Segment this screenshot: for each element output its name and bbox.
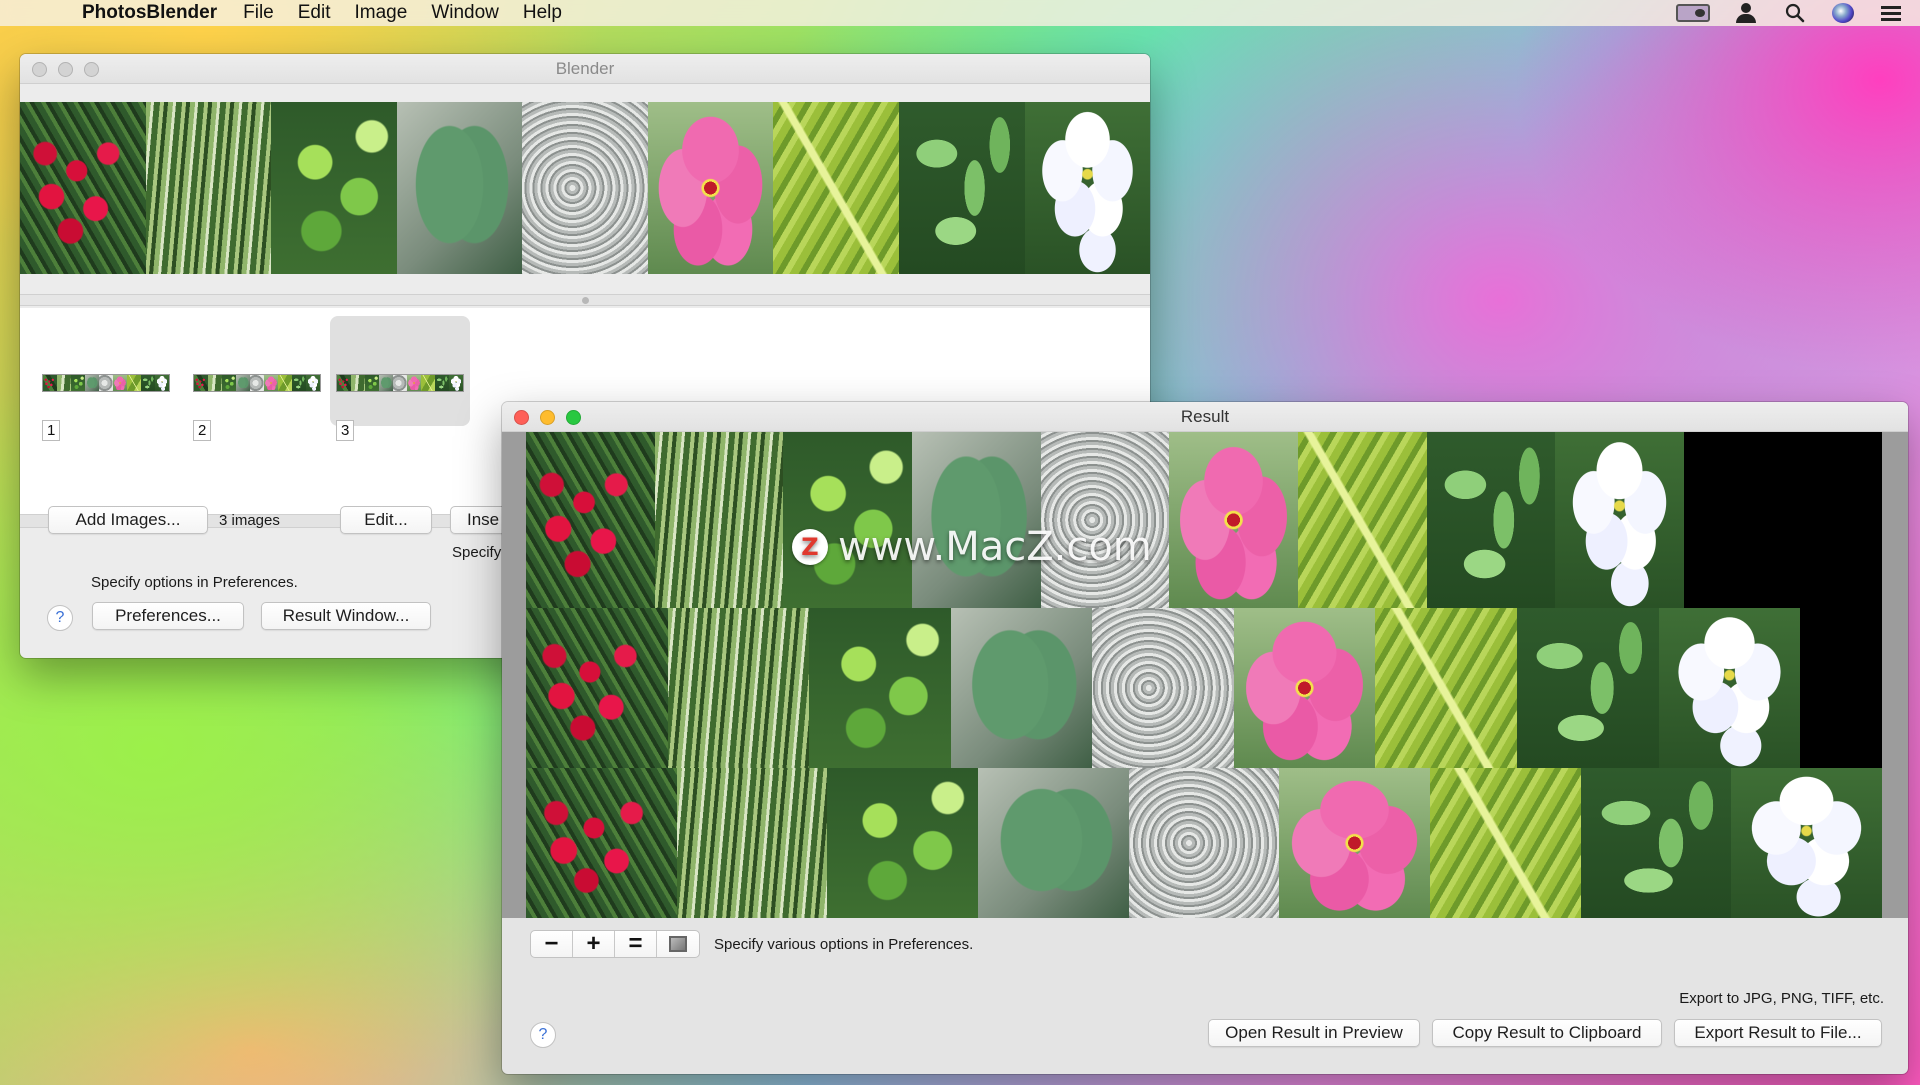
photo-heart-leaf (396, 102, 523, 274)
photo-grass (145, 102, 272, 274)
spotlight-search-icon[interactable] (1784, 3, 1806, 23)
thumbnail-item[interactable]: 1 (32, 316, 172, 441)
specify-options-label-partial: Specify (452, 544, 502, 561)
menu-image[interactable]: Image (343, 2, 420, 24)
zoom-icon[interactable] (566, 410, 581, 425)
result-row-1 (526, 432, 1684, 608)
result-window-controls (514, 410, 581, 425)
edit-button[interactable]: Edit... (340, 506, 432, 534)
thumbnail-item-selected[interactable]: 3 (330, 316, 470, 441)
thumbnail-number: 3 (336, 420, 355, 441)
minimize-icon[interactable] (58, 62, 73, 77)
open-in-preview-button[interactable]: Open Result in Preview (1208, 1019, 1420, 1047)
close-icon[interactable] (514, 410, 529, 425)
help-button[interactable]: ? (530, 1022, 556, 1048)
add-images-button[interactable]: Add Images... (48, 506, 208, 534)
zoom-icon[interactable] (84, 62, 99, 77)
notification-center-icon[interactable] (1880, 3, 1902, 23)
display-icon[interactable] (1676, 3, 1710, 23)
photo-leaves (898, 102, 1025, 274)
result-row-3 (526, 768, 1882, 918)
zoom-in-button[interactable]: + (573, 931, 615, 957)
preferences-button[interactable]: Preferences... (92, 602, 244, 630)
zoom-out-button[interactable]: − (531, 931, 573, 957)
watermark-text: www.MacZ.com (838, 524, 1152, 570)
result-image: Z www.MacZ.com (526, 432, 1882, 918)
specify-options-label: Specify options in Preferences. (91, 574, 298, 591)
zoom-controls: − + = (530, 930, 700, 958)
fit-icon (669, 936, 687, 952)
thumbnail-image (42, 374, 170, 392)
minimize-icon[interactable] (540, 410, 555, 425)
thumbnail-number: 2 (193, 420, 212, 441)
blender-titlebar[interactable]: Blender (20, 54, 1150, 84)
actual-size-button[interactable]: = (615, 931, 657, 957)
result-window: Result Z www.MacZ.com − + = Specify vari… (502, 402, 1908, 1074)
image-count-label: 3 images (219, 512, 280, 529)
photo-white-flower (1024, 102, 1150, 274)
divider-handle-icon[interactable] (582, 297, 589, 304)
siri-icon[interactable] (1832, 3, 1854, 23)
result-titlebar[interactable]: Result (502, 402, 1908, 432)
help-button[interactable]: ? (47, 605, 73, 631)
menu-edit[interactable]: Edit (286, 2, 343, 24)
photo-palm-leaf (773, 102, 899, 274)
watermark-logo-icon: Z (792, 529, 828, 565)
menu-app-name[interactable]: PhotosBlender (70, 2, 231, 24)
thumbnail-item[interactable]: 2 (183, 316, 323, 441)
menu-bar: PhotosBlender File Edit Image Window Hel… (0, 0, 1920, 26)
export-to-file-button[interactable]: Export Result to File... (1674, 1019, 1882, 1047)
photo-berries (20, 102, 146, 274)
copy-to-clipboard-button[interactable]: Copy Result to Clipboard (1432, 1019, 1662, 1047)
menu-file[interactable]: File (231, 2, 286, 24)
photo-dusty-miller (522, 102, 648, 274)
result-canvas: Z www.MacZ.com (502, 432, 1908, 918)
user-icon[interactable] (1736, 3, 1758, 23)
result-window-button[interactable]: Result Window... (261, 602, 431, 630)
menu-help[interactable]: Help (511, 2, 574, 24)
blender-window-controls (32, 62, 99, 77)
export-hint: Export to JPG, PNG, TIFF, etc. (1679, 990, 1884, 1007)
thumbnail-image (336, 374, 464, 392)
window-title: Blender (555, 58, 615, 78)
blended-preview-image (20, 102, 1150, 274)
result-row-2 (526, 608, 1800, 768)
menu-window[interactable]: Window (419, 2, 511, 24)
fit-to-window-button[interactable] (657, 931, 699, 957)
toolbar-hint: Specify various options in Preferences. (714, 936, 974, 953)
watermark: Z www.MacZ.com (792, 524, 1152, 570)
thumbnail-number: 1 (42, 420, 61, 441)
window-title: Result (1180, 406, 1230, 426)
photo-pink-flower (647, 102, 774, 274)
close-icon[interactable] (32, 62, 47, 77)
thumbnail-image (193, 374, 321, 392)
status-area (1676, 3, 1920, 23)
photo-ivy (271, 102, 397, 274)
